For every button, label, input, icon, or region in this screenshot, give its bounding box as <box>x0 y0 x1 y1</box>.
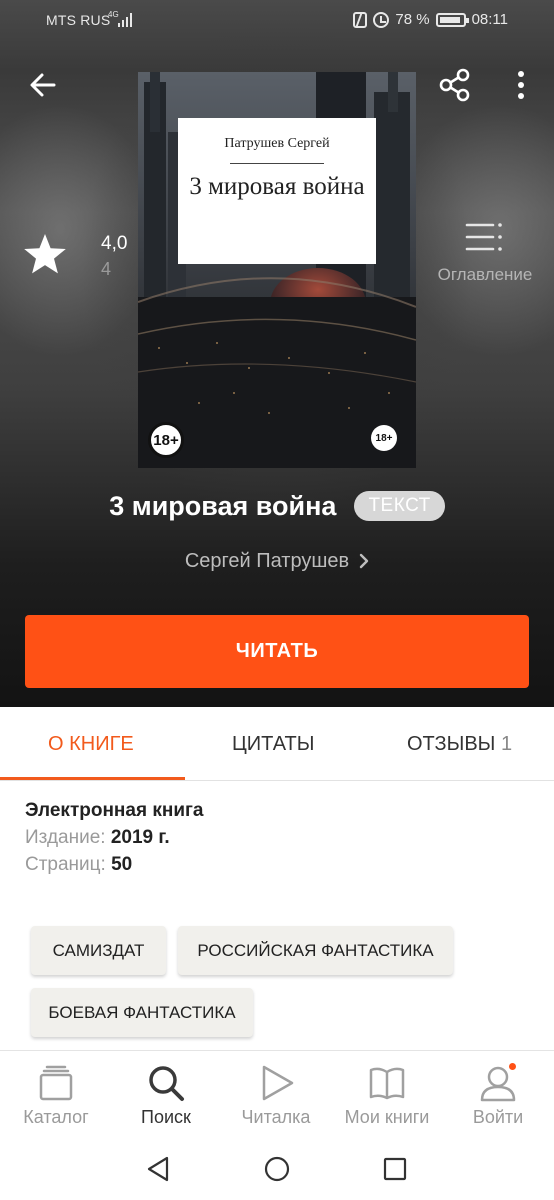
title-row: 3 мировая война ТЕКСТ <box>0 484 554 528</box>
search-icon <box>149 1066 184 1101</box>
book-title: 3 мировая война <box>109 490 337 521</box>
edition-row: Издание: 2019 г. <box>25 824 525 851</box>
book-info: Электронная книга Издание: 2019 г. Стран… <box>25 797 525 878</box>
clock: 08:11 <box>471 11 508 28</box>
nav-my-books[interactable]: Мои книги <box>332 1051 442 1137</box>
tab-reviews[interactable]: ОТЗЫВЫ 1 <box>407 733 512 756</box>
pages-label: Страниц: <box>25 854 106 875</box>
rating-value: 4,0 <box>101 233 128 254</box>
genre-chip-samizdat[interactable]: САМИЗДАТ <box>31 926 166 975</box>
age-rating-badge: 18+ <box>148 422 184 458</box>
battery-percent: 78 % <box>395 11 430 28</box>
rating-widget[interactable]: 4,0 4 <box>22 228 127 288</box>
reviews-count: 1 <box>500 733 513 755</box>
catalog-icon <box>39 1065 73 1101</box>
system-back-icon[interactable] <box>143 1154 173 1184</box>
nav-catalog-label: Каталог <box>23 1107 89 1127</box>
list-icon <box>465 223 502 251</box>
author-link[interactable]: Сергей Патрушев <box>0 546 554 576</box>
system-recent-apps-icon[interactable] <box>380 1154 410 1184</box>
genre-chip-combat-sf[interactable]: БОЕВАЯ ФАНТАСТИКА <box>31 988 253 1037</box>
arrow-left-icon <box>30 73 56 97</box>
chevron-right-icon <box>359 553 369 569</box>
age-rating-badge-small: 18+ <box>371 425 397 451</box>
notification-dot <box>509 1063 516 1070</box>
format-badge: ТЕКСТ <box>354 491 445 521</box>
signal-icon <box>118 13 134 27</box>
battery-icon <box>435 12 469 27</box>
book-type: Электронная книга <box>25 800 204 821</box>
nav-login[interactable]: Войти <box>443 1051 553 1137</box>
cover-author: Патрушев Сергей <box>224 136 330 151</box>
nav-search[interactable]: Поиск <box>111 1051 221 1137</box>
author-name: Сергей Патрушев <box>184 549 350 572</box>
book-icon <box>369 1067 405 1100</box>
genre-chip-russian-sf[interactable]: РОССИЙСКАЯ ФАНТАСТИКА <box>178 926 453 975</box>
tab-quotes[interactable]: ЦИТАТЫ <box>232 733 314 756</box>
cover-title-plate: Патрушев Сергей 3 мировая война <box>178 118 376 264</box>
book-tabs: О КНИГЕ ЦИТАТЫ ОТЗЫВЫ 1 <box>0 707 554 781</box>
more-options-button[interactable] <box>498 62 544 108</box>
edition-value: 2019 г. <box>110 827 170 848</box>
pages-row: Страниц: 50 <box>25 851 525 878</box>
carrier-label: MTS RUS <box>46 12 111 28</box>
more-vertical-icon <box>518 71 524 99</box>
cover-title: 3 мировая война <box>178 174 376 200</box>
nav-reader[interactable]: Читалка <box>221 1051 331 1137</box>
back-button[interactable] <box>20 62 66 108</box>
toc-label: Оглавление <box>437 265 533 284</box>
tabs-divider <box>0 780 554 781</box>
book-cover[interactable]: Патрушев Сергей 3 мировая война 18+ 18+ <box>138 72 416 468</box>
pages-value: 50 <box>111 854 133 875</box>
rating-count: 4 <box>101 259 112 279</box>
play-icon <box>262 1065 294 1101</box>
nav-search-label: Поиск <box>141 1107 191 1127</box>
status-bar: MTS RUS 4G 78 % 08:11 <box>0 0 554 42</box>
table-of-contents-button[interactable]: Оглавление <box>428 220 542 290</box>
bottom-navigation: Каталог Поиск Читалка Мои книги Войти <box>0 1050 554 1136</box>
book-hero: MTS RUS 4G 78 % 08:11 4,0 4 Оглавление П… <box>0 0 554 707</box>
cover-divider <box>230 163 324 164</box>
tab-reviews-label: ОТЗЫВЫ <box>407 733 496 755</box>
star-icon <box>24 234 66 274</box>
edition-label: Издание: <box>25 827 106 848</box>
cover-title-text: 3 мировая война <box>189 173 365 200</box>
share-icon <box>439 68 470 102</box>
tab-about-book[interactable]: О КНИГЕ <box>48 733 134 756</box>
system-home-icon[interactable] <box>262 1154 292 1184</box>
nav-catalog[interactable]: Каталог <box>1 1051 111 1137</box>
nfc-icon <box>353 11 368 28</box>
read-button[interactable]: ЧИТАТЬ <box>25 615 529 688</box>
alarm-icon <box>373 11 390 28</box>
share-button[interactable] <box>432 62 478 108</box>
nav-reader-label: Читалка <box>241 1107 311 1127</box>
system-navigation-bar <box>0 1136 554 1200</box>
nav-login-label: Войти <box>472 1107 524 1127</box>
nav-my-books-label: Мои книги <box>344 1107 430 1127</box>
